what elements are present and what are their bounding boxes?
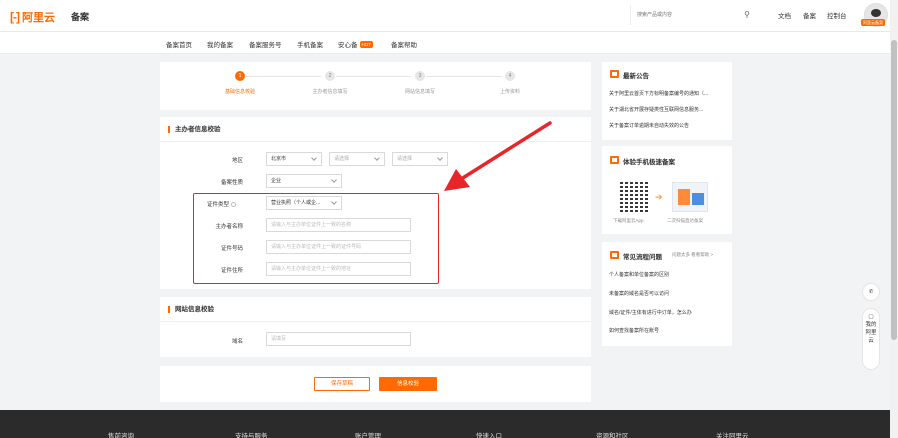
chevron-down-icon bbox=[311, 155, 317, 161]
faq-title: 常见流程问题 bbox=[623, 254, 662, 261]
announcement-link[interactable]: 关于湖北省开展存疑类性互联网信息服务... bbox=[609, 106, 703, 113]
search-icon[interactable]: ⚲ bbox=[744, 10, 750, 19]
faq-icon bbox=[610, 251, 619, 259]
logo-bracket: [-] bbox=[10, 10, 20, 24]
step-connector bbox=[336, 76, 411, 77]
district-value: 请选择 bbox=[397, 156, 413, 162]
step-1-label: 基础信息校验 bbox=[224, 89, 255, 95]
qr-caption-scan: 二次扫描直达备案 bbox=[667, 218, 703, 223]
phone-call-button[interactable]: ✆ bbox=[862, 283, 880, 301]
my-aliyun-float-button[interactable]: ▢ 我的阿里云 bbox=[862, 308, 880, 370]
faq-more-link[interactable]: 问题太多 看看帮助 > bbox=[672, 252, 713, 258]
aliyun-logo[interactable]: [-] 阿里云 bbox=[10, 9, 55, 25]
steps-card: 1 基础信息校验 2 主办者信息填写 3 网站信息填写 4 上传资料 bbox=[160, 62, 591, 110]
footer-follow[interactable]: 关注阿里云 bbox=[716, 430, 749, 438]
step-1-circle: 1 bbox=[235, 71, 245, 81]
step-connector bbox=[426, 76, 502, 77]
chat-icon: ▢ bbox=[868, 314, 874, 320]
divider bbox=[160, 321, 591, 322]
subnav-service-number[interactable]: 备案服务号 bbox=[249, 39, 282, 49]
mobile-filing-title: 体验手机极速备案 bbox=[623, 159, 675, 166]
step-2-circle: 2 bbox=[325, 71, 335, 81]
save-draft-button[interactable]: 保存草稿 bbox=[314, 377, 370, 391]
chevron-down-icon bbox=[374, 155, 380, 161]
arrow-head bbox=[444, 169, 470, 191]
step-4-label: 上传资料 bbox=[499, 89, 520, 95]
qr-caption-app: 下载阿里云App bbox=[613, 218, 644, 223]
sponsor-section-title: 主办者信息校验 bbox=[168, 126, 221, 133]
domain-label: 域名 bbox=[231, 339, 243, 345]
phone-scan-image bbox=[672, 182, 708, 212]
step-4-circle: 4 bbox=[505, 71, 515, 81]
arrow-shaft bbox=[456, 121, 552, 183]
faq-link[interactable]: 如何查找备案所在账号 bbox=[609, 327, 659, 334]
avatar-badge: 阿里云备案 bbox=[861, 19, 885, 26]
footer-account[interactable]: 账户管理 bbox=[355, 430, 381, 438]
my-aliyun-label: 我的阿里云 bbox=[865, 322, 877, 344]
footer-quick-entry[interactable]: 快速入口 bbox=[476, 430, 502, 438]
chevron-down-icon bbox=[331, 177, 337, 183]
nature-label: 备案性质 bbox=[220, 180, 243, 186]
page-scrollbar[interactable] bbox=[890, 0, 898, 438]
footer-support[interactable]: 支持与服务 bbox=[235, 430, 268, 438]
city-select[interactable]: 请选择 bbox=[329, 152, 385, 166]
announcement-icon bbox=[610, 70, 619, 78]
arrow-right-icon: ➔ bbox=[655, 192, 663, 202]
announcements-title: 最新公告 bbox=[623, 73, 649, 80]
actions-card bbox=[160, 366, 591, 402]
logo-text: 阿里云 bbox=[22, 12, 55, 24]
app-qr-code bbox=[620, 182, 650, 212]
subnav-mobile[interactable]: 手机备案 bbox=[297, 39, 323, 49]
website-info-card: 网站信息校验 bbox=[160, 297, 591, 357]
verify-button[interactable]: 信息校验 bbox=[379, 377, 437, 391]
announcement-link[interactable]: 关于阿里云首页下方标明备案编号的通知（... bbox=[609, 90, 708, 97]
nav-docs[interactable]: 文档 bbox=[778, 10, 791, 20]
nature-select[interactable]: 企业 bbox=[266, 174, 342, 188]
announcement-link[interactable]: 关于备案订单逾期未自动失效的公告 bbox=[609, 122, 689, 129]
domain-input[interactable]: 请填写 bbox=[266, 332, 411, 346]
nav-filing[interactable]: 备案 bbox=[803, 10, 816, 20]
region-label: 地区 bbox=[231, 158, 243, 164]
subnav-home[interactable]: 备案首页 bbox=[166, 39, 192, 49]
search-input[interactable] bbox=[637, 9, 737, 21]
subnav-my-filing[interactable]: 我的备案 bbox=[207, 39, 233, 49]
website-section-title: 网站信息校验 bbox=[168, 306, 214, 313]
province-value: 北京市 bbox=[271, 156, 287, 162]
annotation-arrow bbox=[444, 121, 552, 191]
footer: 售前咨询 支持与服务 账户管理 快速入口 资源和社区 关注阿里云 bbox=[0, 410, 890, 438]
step-3-circle: 3 bbox=[415, 71, 425, 81]
faq-link[interactable]: 个人备案和单位备案的区别 bbox=[609, 271, 669, 278]
section-title[interactable]: 备案 bbox=[71, 10, 89, 23]
city-value: 请选择 bbox=[334, 156, 350, 162]
footer-community[interactable]: 资源和社区 bbox=[596, 430, 629, 438]
footer-presales[interactable]: 售前咨询 bbox=[108, 430, 134, 438]
step-3-label: 网站信息填写 bbox=[404, 89, 435, 95]
hot-badge: HOT bbox=[359, 41, 373, 48]
nav-console[interactable]: 控制台 bbox=[827, 10, 847, 20]
mobile-icon bbox=[610, 156, 619, 164]
sub-nav: 备案首页 我的备案 备案服务号 手机备案 安心备 HOT 备案帮助 bbox=[0, 32, 898, 54]
step-2-label: 主办者信息填写 bbox=[312, 89, 348, 95]
scrollbar-thumb[interactable] bbox=[891, 40, 897, 340]
faq-link[interactable]: 未备案的域名是否可以访问 bbox=[609, 290, 669, 297]
nature-value: 企业 bbox=[271, 178, 282, 184]
subnav-anxinbei-label: 安心备 bbox=[338, 42, 358, 49]
step-connector bbox=[246, 76, 321, 77]
highlight-box bbox=[193, 193, 439, 284]
top-bar: [-] 阿里云 备案 ⚲ 文档 备案 控制台 阿里云备案 bbox=[0, 0, 898, 32]
search-box[interactable]: ⚲ bbox=[630, 5, 758, 25]
phone-icon: ✆ bbox=[868, 289, 874, 295]
province-select[interactable]: 北京市 bbox=[266, 152, 322, 166]
subnav-anxinbei[interactable]: 安心备 HOT bbox=[338, 39, 373, 49]
faq-link[interactable]: 域名/证件/主体有进行中订单，怎么办 bbox=[609, 309, 692, 316]
subnav-help[interactable]: 备案帮助 bbox=[391, 39, 417, 49]
